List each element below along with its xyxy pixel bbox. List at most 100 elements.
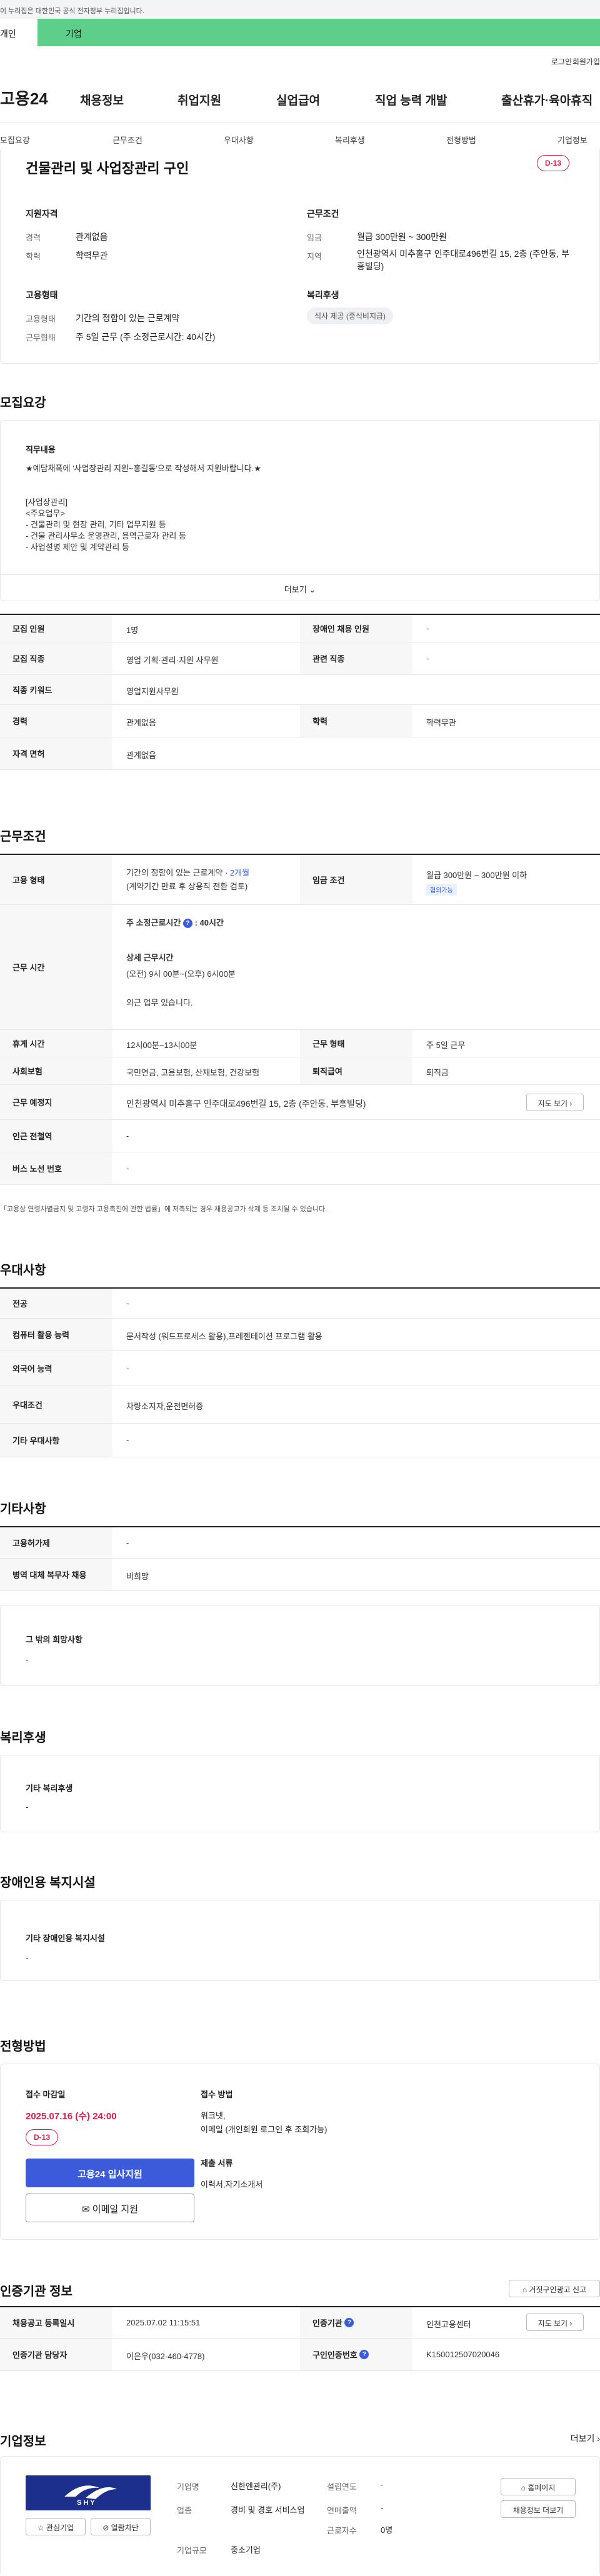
education-value: 학력무관 [76,251,108,261]
method-value: 워크넷, 이메일 (개인회원 로그인 후 조회가능) [201,2111,328,2134]
table-row: 직종 키워드 영업지원사무원 [0,675,600,705]
table-cell: 12시00분~13시00분 [126,1041,198,1050]
founded-label: 설립연도 [327,2482,357,2492]
table-row: 인증기관 담당자 이은우(032-460-4778) 구인인증번호 ? K150… [0,2339,600,2371]
wage-condition: 월급 300만원 ~ 300만원 이하 [426,871,528,880]
process-box: 접수 마감일 2025.07.16 (수) 24:00 D-13 고용24 입사… [0,2064,600,2240]
table-row: 기타 우대사항 - [0,1424,600,1457]
email-apply-button[interactable]: ✉ 이메일 지원 [26,2194,194,2222]
emp-type-note: (계약기간 만료 후 상용직 전환 검토) [126,882,248,891]
join-link[interactable]: 회원가입 [572,56,600,67]
table-cell: - [126,1299,129,1308]
work-place: 인천광역시 미추홀구 인주대로496번길 15, 2층 (주안동, 부흥빌딩) [126,1099,366,1109]
login-link[interactable]: 로그인 [551,56,572,67]
utility-bar: 로그인 회원가입 [0,47,600,70]
table-row: 경력 관계없음 학력 학력무관 [0,705,600,737]
job-title: 건물관리 및 사업장관리 구인 [26,161,189,176]
table-header-cell: 기타 우대사항 [0,1424,112,1457]
founded-value: - [381,2480,384,2489]
company-size-value: 중소기업 [231,2545,261,2555]
table-header-cell: 인증기관 ? [300,2307,412,2338]
site-logo[interactable]: 고용24 [0,86,48,109]
anchor-tab-recruit[interactable]: 모집요강 [0,134,30,146]
sales-label: 연매출액 [327,2506,357,2515]
table-header-cell: 근무 예정지 [0,1085,112,1119]
info-icon[interactable]: ? [359,2350,369,2359]
apply-button[interactable]: 고용24 입사지원 [26,2159,194,2187]
nav-item-jobs[interactable]: 채용정보 [80,91,124,108]
table-cell: - [426,624,429,633]
work-type-label: 근무형태 [26,333,56,342]
recruit-section-title: 모집요강 [0,396,46,410]
other-wishes-value: - [26,1654,29,1664]
hours-detail-title: 상세 근무시간 [126,953,174,962]
work-section-title: 근무조건 [0,830,46,844]
mail-icon: ✉ [82,2204,90,2215]
nav-item-employment-support[interactable]: 취업지원 [178,91,221,108]
map-view-button[interactable]: 지도 보기 › [526,1094,584,1111]
process-section-title: 전형방법 [0,2040,46,2054]
company-jobs-button[interactable]: 채용정보 더보기 [501,2500,576,2518]
table-cell: 관계없음 [126,718,156,727]
table-header-cell: 인근 전철역 [0,1120,112,1152]
work-table: 고용 형태 기간의 정함이 있는 근로계약 · 2개월 (계약기간 만료 후 상… [0,854,600,1185]
table-cell: - [126,1164,129,1173]
docs-value: 이력서,자기소개서 [201,2180,263,2189]
table-cell: 이은우(032-460-4778) [126,2352,205,2361]
table-cell: 문서작성 (워드프로세스 활용),프레젠테이션 프로그램 활용 [126,1332,322,1341]
job-summary-panel: 건물관리 및 사업장관리 구인 D-13 지원자격 경력 관계없음 학력 학력무… [0,147,600,364]
method-label: 접수 방법 [201,2090,233,2099]
duty-line: <주요업무> [26,509,66,518]
table-cell: - [126,1435,129,1445]
chevron-right-icon: › [569,2319,572,2328]
tab-personal[interactable]: 개인 [0,19,38,46]
anchor-tab-welfare[interactable]: 복리후생 [335,134,365,146]
table-header-cell: 모집 인원 [0,615,112,642]
info-icon[interactable]: ? [182,919,192,929]
tab-company[interactable]: 기업 [38,19,600,46]
interest-company-button[interactable]: ☆ 관심기업 [26,2518,86,2535]
anchor-tab-process[interactable]: 전형방법 [446,134,476,146]
table-header-cell: 우대조건 [0,1386,112,1423]
table-header-cell: 채용공고 등록일시 [0,2307,112,2338]
welfare-box-title: 기타 복리후생 [26,1784,73,1793]
false-ad-report-button[interactable]: ⌂ 거짓구인광고 신고 [509,2280,600,2297]
table-cell: 기간의 정함이 있는 근로계약 · 2개월 (계약기간 만료 후 상용직 전환 … [126,866,249,894]
table-header-cell: 구인인증번호 ? [300,2339,412,2370]
table-cell: 주 5일 근무 [426,1041,466,1050]
negotiable-chip: 협의가능 [426,884,457,896]
recruit-table: 모집 인원 1명 장애인 채용 인원 - 모집 직종 영업 기획·관리·지원 사… [0,614,600,770]
table-cell: 비희망 [126,1572,149,1581]
duty-more-button[interactable]: 더보기 ⌄ [1,574,599,601]
company-more-link[interactable]: 더보기 › [571,2432,600,2445]
table-header-cell: 관련 직종 [300,642,412,674]
agency-map-button[interactable]: 지도 보기 › [526,2314,584,2331]
process-dday-badge: D-13 [26,2129,59,2145]
table-cell: 인천고용센터 [426,2320,471,2329]
table-header-cell: 전공 [0,1289,112,1318]
table-cell: 2025.07.02 11:15:51 [126,2318,201,2327]
disabled-section-title: 장애인용 복지시설 [0,1876,96,1890]
table-cell: - [126,1538,129,1547]
table-header-cell: 외국어 능력 [0,1351,112,1385]
block-view-button[interactable]: ⊘ 열람차단 [91,2518,151,2535]
disabled-box-value: - [26,1953,29,1963]
duty-line [26,474,261,497]
anchor-tab-work[interactable]: 근무조건 [112,134,142,146]
company-logo-text: SHY [77,2499,97,2507]
table-header-cell: 휴게 시간 [0,1030,112,1057]
staff-label: 근로자수 [327,2526,357,2535]
nav-item-skills[interactable]: 직업 능력 개발 [375,91,447,108]
deadline-label: 접수 마감일 [26,2090,66,2099]
nav-item-leave[interactable]: 출산휴가·육아휴직 [501,91,592,108]
anchor-tab-preference[interactable]: 우대사항 [224,134,254,146]
nav-item-unemployment-benefit[interactable]: 실업급여 [276,91,320,108]
table-header-cell: 경력 [0,705,112,737]
other-wishes-box: 그 밖의 희망사항 - [0,1605,600,1686]
main-nav: 고용24 채용정보 취업지원 실업급여 직업 능력 개발 출산휴가·육아휴직 [0,70,600,122]
homepage-button[interactable]: ⌂ 홈페이지 [501,2478,576,2495]
anchor-tab-company[interactable]: 기업정보 [558,134,588,146]
info-icon[interactable]: ? [344,2318,354,2327]
duty-title: 직무내용 [26,445,56,454]
report-icon: ⌂ [522,2285,528,2294]
